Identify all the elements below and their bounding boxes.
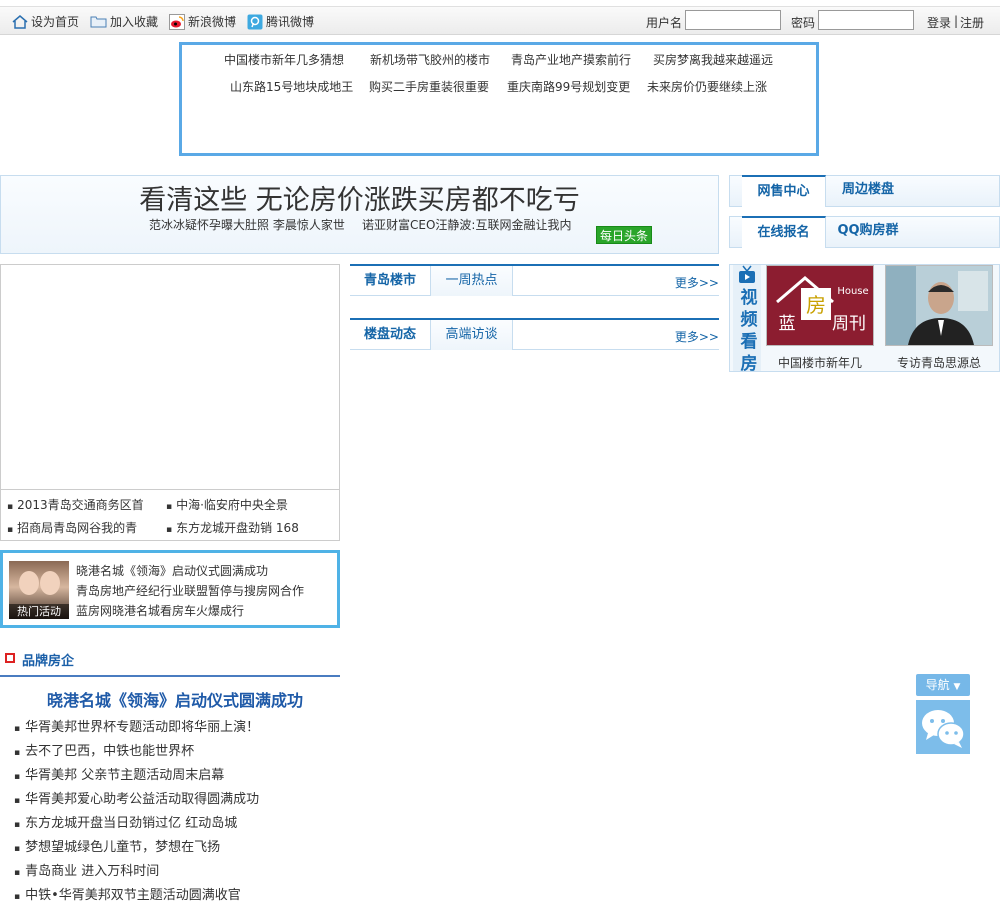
list-item[interactable]: 东方龙城开盘劲销 168 — [166, 519, 299, 536]
headline-sub-link[interactable]: 诺亚财富CEO汪静波:互联网金融让我内 — [362, 216, 571, 233]
add-favorite-link[interactable]: 加入收藏 — [90, 13, 158, 30]
more-link[interactable]: 更多>> — [675, 274, 719, 291]
tencent-weibo-link[interactable]: 腾讯微博 — [247, 13, 314, 30]
username-label: 用户名 — [646, 16, 683, 30]
hot-event-link[interactable]: 晓港名城《领海》启动仪式圆满成功 — [76, 562, 268, 579]
list-item[interactable]: 华胥美邦爱心助考公益活动取得圆满成功 — [14, 788, 259, 807]
hot-events-box: 热门活动 晓港名城《领海》启动仪式圆满成功 青岛房地产经纪行业联盟暂停与搜房网合… — [0, 550, 340, 628]
svg-text:House: House — [837, 286, 868, 297]
video-thumb-interview[interactable] — [885, 265, 993, 346]
register-link[interactable]: 注册 — [960, 14, 984, 31]
video-caption[interactable]: 专访青岛思源总 — [897, 354, 981, 371]
brand-section-title: 品牌房企 — [22, 654, 75, 669]
daily-headline-badge[interactable]: 每日头条 — [596, 226, 652, 244]
brand-feature-title[interactable]: 晓港名城《领海》启动仪式圆满成功 — [0, 687, 350, 711]
nav-toggle-button[interactable]: 导航 ▼ — [916, 674, 970, 696]
hot-events-photo[interactable]: 热门活动 — [9, 561, 69, 619]
sales-tabs: 网售中心 周边楼盘 — [729, 175, 1000, 207]
list-item[interactable]: 青岛商业 进入万科时间 — [14, 860, 159, 879]
video-caption[interactable]: 中国楼市新年几 — [778, 354, 862, 371]
keyword-link[interactable]: 买房梦离我越来越遥远 — [653, 51, 773, 68]
folder-icon — [90, 16, 107, 28]
keyword-link[interactable]: 重庆南路99号规划变更 — [507, 78, 630, 95]
interview-photo — [886, 266, 992, 345]
video-thumb-logo[interactable]: 房 蓝 周刊 House — [766, 265, 874, 346]
tab-qq-group[interactable]: QQ购房群 — [826, 216, 910, 248]
headline-title[interactable]: 看清这些 无论房价涨跌买房都不吃亏 — [1, 178, 718, 217]
wechat-button[interactable] — [916, 700, 970, 754]
sina-weibo-label: 新浪微博 — [188, 15, 237, 29]
more-link[interactable]: 更多>> — [675, 328, 719, 345]
video-tour-box: 视频看房 房 蓝 周刊 House 中国楼市新年几 专访青岛思源总 — [729, 264, 1000, 374]
divider — [1, 489, 339, 490]
password-input[interactable] — [818, 10, 914, 30]
svg-text:蓝: 蓝 — [779, 314, 796, 334]
keyword-link[interactable]: 中国楼市新年几多猜想 — [224, 51, 344, 68]
tab-online-signup[interactable]: 在线报名 — [742, 216, 826, 248]
divider: | — [954, 14, 959, 28]
tab-weekly-hot[interactable]: 一周热点 — [431, 266, 513, 296]
hot-event-link[interactable]: 蓝房网晓港名城看房车火爆成行 — [76, 602, 244, 619]
tencent-weibo-label: 腾讯微博 — [266, 15, 315, 29]
wechat-icon — [922, 710, 965, 748]
list-item[interactable]: 中铁•华胥美邦双节主题活动圆满收官 — [14, 884, 241, 903]
video-label: 视频看房 — [733, 265, 761, 374]
set-homepage-label: 设为首页 — [31, 15, 80, 29]
list-item[interactable]: 去不了巴西，中铁也能世界杯 — [14, 740, 194, 759]
top-bar: 设为首页 加入收藏 新浪微博 腾讯微博 用户名 密码 登录 | 注册 — [0, 6, 1000, 35]
svg-text:周刊: 周刊 — [832, 314, 866, 334]
home-icon — [12, 14, 28, 29]
nav-label: 导航 — [925, 678, 950, 692]
brand-section-header: 品牌房企 — [0, 648, 340, 677]
headline-sub-link[interactable]: 范冰冰疑怀孕曝大肚照 李晨惊人家世 — [149, 216, 345, 233]
tab-qingdao-market[interactable]: 青岛楼市 — [350, 266, 431, 296]
tab-nearby-properties[interactable]: 周边楼盘 — [826, 175, 910, 207]
hot-event-link[interactable]: 青岛房地产经纪行业联盟暂停与搜房网合作 — [76, 582, 304, 599]
svg-text:房: 房 — [806, 293, 826, 317]
keyword-link[interactable]: 青岛产业地产摸索前行 — [511, 51, 631, 68]
qingdao-market-section: 青岛楼市 一周热点 更多>> — [350, 264, 719, 296]
blue-house-weekly-logo: 房 蓝 周刊 House — [767, 266, 873, 345]
focus-slideshow: 2013青岛交通商务区首 中海·临安府中央全景 招商局青岛网谷我的青 东方龙城开… — [0, 264, 340, 541]
keyword-link[interactable]: 新机场带飞胶州的楼市 — [370, 51, 490, 68]
tencent-weibo-icon — [247, 14, 263, 29]
list-item[interactable]: 2013青岛交通商务区首 — [7, 496, 144, 513]
signup-tabs: 在线报名 QQ购房群 — [729, 216, 1000, 248]
list-item[interactable]: 招商局青岛网谷我的青 — [7, 519, 137, 536]
caret-down-icon: ▼ — [953, 682, 961, 692]
hot-keywords-box: 中国楼市新年几多猜想 新机场带飞胶州的楼市 青岛产业地产摸索前行 买房梦离我越来… — [179, 42, 819, 156]
hot-events-caption: 热门活动 — [9, 604, 69, 619]
list-item[interactable]: 中海·临安府中央全景 — [166, 496, 288, 513]
list-item[interactable]: 华胥美邦世界杯专题活动即将华丽上演！ — [14, 716, 259, 735]
photo-face — [19, 571, 39, 595]
list-item[interactable]: 梦想望城绿色儿童节，梦想在飞扬 — [14, 836, 220, 855]
login-link[interactable]: 登录 — [927, 14, 951, 31]
list-item[interactable]: 华胥美邦 父亲节主题活动周末启幕 — [14, 764, 224, 783]
tab-online-sales[interactable]: 网售中心 — [742, 175, 826, 207]
password-label: 密码 — [791, 16, 816, 30]
keyword-link[interactable]: 山东路15号地块成地王 — [230, 78, 353, 95]
sina-weibo-link[interactable]: 新浪微博 — [169, 13, 236, 30]
video-label-text: 视频看房 — [740, 288, 758, 374]
square-bullet-icon — [5, 653, 15, 663]
keyword-link[interactable]: 购买二手房重装很重要 — [369, 78, 489, 95]
list-item[interactable]: 东方龙城开盘当日劲销过亿 红动岛城 — [14, 812, 237, 831]
photo-face — [40, 571, 60, 595]
username-input[interactable] — [685, 10, 781, 30]
tab-interviews[interactable]: 高端访谈 — [431, 320, 513, 350]
sina-weibo-icon — [169, 13, 185, 30]
tv-icon — [739, 265, 755, 283]
property-news-section: 楼盘动态 高端访谈 更多>> — [350, 318, 719, 350]
add-favorite-label: 加入收藏 — [110, 15, 159, 29]
keyword-link[interactable]: 未来房价仍要继续上涨 — [647, 78, 767, 95]
set-homepage-link[interactable]: 设为首页 — [12, 13, 79, 30]
tab-property-news[interactable]: 楼盘动态 — [350, 320, 431, 350]
